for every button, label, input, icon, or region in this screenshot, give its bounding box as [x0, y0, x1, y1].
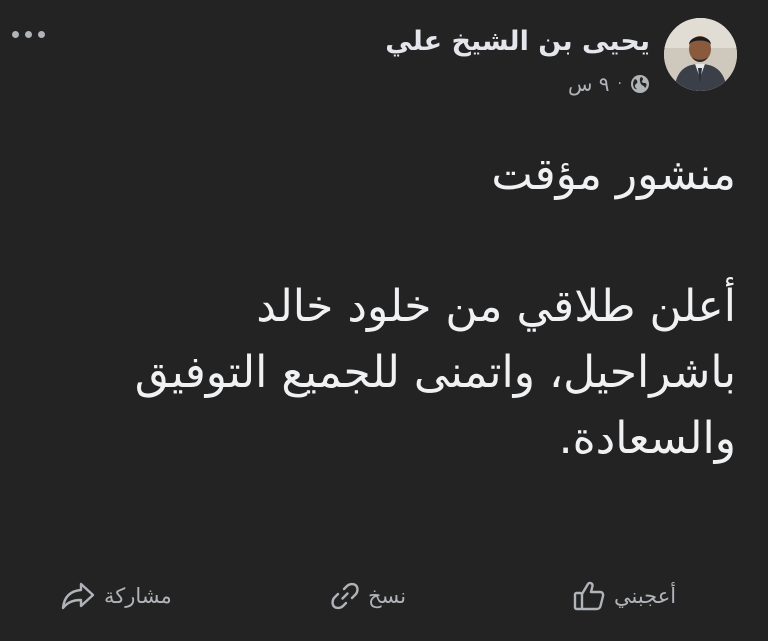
more-options-dot [25, 30, 32, 38]
post-card: يحيى بن الشيخ علي ٩ س · منشور مؤقت أعلن … [0, 0, 768, 641]
post-time[interactable]: ٩ س [568, 72, 610, 96]
like-button[interactable]: أعجبني [572, 574, 676, 618]
post-body: منشور مؤقت أعلن طلاقي من خلود خالد باشرا… [36, 142, 736, 472]
globe-icon[interactable] [630, 74, 650, 94]
meta-separator: · [617, 76, 622, 92]
post-line: باشراحيل، واتمنى للجميع التوفيق [134, 347, 736, 398]
more-options-icon [12, 30, 19, 38]
thumbs-up-icon [572, 579, 606, 613]
like-label: أعجبني [614, 584, 677, 608]
post-meta: ٩ س · [568, 72, 650, 96]
avatar[interactable] [664, 18, 737, 91]
share-icon [60, 581, 96, 611]
link-icon [330, 581, 360, 611]
post-line: والسعادة. [558, 413, 736, 464]
avatar-photo [664, 18, 737, 91]
post-title: منشور مؤقت [491, 149, 736, 200]
author-name[interactable]: يحيى بن الشيخ علي [385, 26, 650, 57]
more-options-button[interactable] [12, 22, 52, 46]
copy-label: نسخ [368, 584, 407, 608]
post-line: أعلن طلاقي من خلود خالد [256, 281, 736, 332]
share-label: مشاركة [104, 584, 172, 608]
copy-button[interactable]: نسخ [330, 574, 406, 618]
more-options-dot [38, 30, 45, 38]
share-button[interactable]: مشاركة [60, 574, 172, 618]
